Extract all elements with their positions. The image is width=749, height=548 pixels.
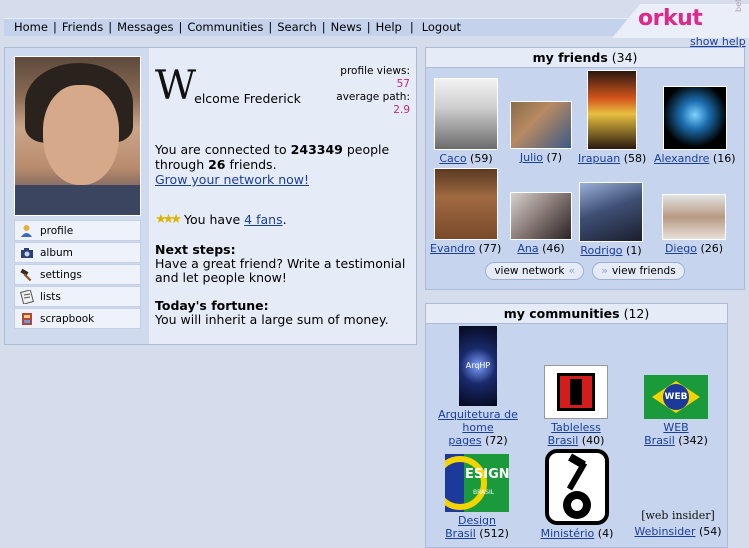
friend-photo[interactable] <box>433 168 498 240</box>
next-steps: Next steps: Have a great friend? Write a… <box>155 243 413 285</box>
communities-panel: my communities (12) ArqHP Arquitetura de… <box>425 303 728 548</box>
person-icon <box>19 223 34 238</box>
list-icon <box>19 289 34 304</box>
profile-views-label: profile views: <box>340 65 410 77</box>
menu-item-settings[interactable]: settings <box>14 264 141 285</box>
friends-panel: my friends (34) Caco (59) Julio (7) Irap… <box>425 47 745 290</box>
profile-menu: profile album settings lists scrapbook <box>14 220 141 330</box>
community-card[interactable]: Ministério (4) <box>536 449 618 540</box>
connected-people-count: 243349 <box>290 142 343 157</box>
grow-network-link[interactable]: Grow your network now! <box>155 172 309 187</box>
community-card[interactable]: ArqHP Arquitetura de home pages (72) <box>434 326 522 447</box>
profile-panel: profile album settings lists scrapbook W… <box>4 47 417 345</box>
community-card[interactable]: ESIGN BRASIL Design Brasil (512) <box>434 454 520 540</box>
welcome-text: elcome Frederick <box>194 91 301 106</box>
friends-buttons: view network « » view friends <box>426 262 744 280</box>
hammer-icon <box>19 267 34 282</box>
next-steps-text: Have a great friend? Write a testimonial… <box>155 256 406 285</box>
community-logo[interactable]: ArqHP <box>459 326 497 406</box>
communities-header: my communities (12) <box>426 304 727 324</box>
double-chevron-left-icon: « <box>568 264 576 277</box>
community-logo[interactable]: [web insider] <box>638 509 718 523</box>
profile-sidebar: profile album settings lists scrapbook <box>5 48 149 344</box>
friend-card[interactable]: Evandro (77) <box>430 168 501 255</box>
friend-photo[interactable] <box>587 70 638 150</box>
double-chevron-right-icon: » <box>601 264 608 277</box>
connection-summary: You are connected to 243349 people throu… <box>155 142 390 187</box>
community-card[interactable]: [web insider] Webinsider (54) <box>628 509 728 538</box>
nav-home[interactable]: Home <box>14 20 48 34</box>
fans-stars-icon: ★★★ <box>155 212 182 227</box>
welcome-initial: W <box>155 63 197 109</box>
next-steps-title: Next steps: <box>155 242 236 257</box>
profile-photo[interactable] <box>14 56 141 216</box>
friend-photo[interactable] <box>434 78 498 150</box>
friend-photo[interactable] <box>579 182 643 242</box>
menu-item-scrapbook[interactable]: scrapbook <box>14 308 141 329</box>
top-bar: Home | Friends | Messages | Communities | Se… <box>0 0 749 48</box>
community-logo[interactable]: WEB <box>644 375 708 419</box>
friend-card[interactable]: Irapuan (58) <box>578 70 646 165</box>
friend-card[interactable]: Julio (7) <box>510 101 572 164</box>
average-path-label: average path: <box>336 91 410 103</box>
friends-header: my friends (34) <box>426 48 744 68</box>
fans-line: ★★★ You have 4 fans. <box>155 212 287 227</box>
beta-label: beta <box>734 0 743 12</box>
connected-friends-count: 26 <box>208 157 226 172</box>
friend-card[interactable]: Diego (26) <box>662 194 726 255</box>
friend-card[interactable]: Ana (46) <box>510 192 572 255</box>
community-logo[interactable]: ESIGN BRASIL <box>445 454 509 512</box>
nav-communities[interactable]: Communities <box>187 20 263 34</box>
camera-icon <box>19 245 34 260</box>
gear-wrench-icon <box>545 449 609 525</box>
view-network-button[interactable]: view network « <box>485 262 585 280</box>
fortune-title: Today's fortune: <box>155 298 269 313</box>
main-nav: Home | Friends | Messages | Communities | Se… <box>14 20 462 34</box>
nav-friends[interactable]: Friends <box>62 20 103 34</box>
todays-fortune: Today's fortune: You will inherit a larg… <box>155 299 413 327</box>
average-path-value: 2.9 <box>393 104 410 116</box>
fortune-text: You will inherit a large sum of money. <box>155 312 389 327</box>
community-card[interactable]: WEB WEB Brasil (342) <box>632 375 720 447</box>
orkut-logo[interactable]: orkut beta <box>612 0 749 38</box>
community-logo[interactable] <box>545 449 609 525</box>
nav-logout[interactable]: Logout <box>422 20 461 34</box>
menu-item-profile[interactable]: profile <box>14 220 141 241</box>
community-card[interactable]: Tableless Brasil (40) <box>536 365 616 447</box>
friend-photo[interactable] <box>510 101 572 149</box>
scrapbook-icon <box>19 311 34 326</box>
friend-photo[interactable] <box>510 192 572 240</box>
profile-stats: profile views: 57 average path: 2.9 <box>336 65 410 117</box>
welcome-heading: Welcome Frederick <box>155 66 301 106</box>
profile-views-value: 57 <box>396 78 410 90</box>
friend-photo[interactable] <box>662 194 726 240</box>
nav-news[interactable]: News <box>331 20 362 34</box>
nav-search[interactable]: Search <box>277 20 317 34</box>
friend-photo[interactable] <box>662 86 727 150</box>
community-logo[interactable] <box>544 365 608 419</box>
nav-messages[interactable]: Messages <box>117 20 173 34</box>
friend-card[interactable]: Alexandre (16) <box>654 86 736 165</box>
menu-item-album[interactable]: album <box>14 242 141 263</box>
logo-text: orkut <box>638 6 703 31</box>
friend-card[interactable]: Caco (59) <box>434 78 498 165</box>
menu-label: profile <box>40 224 74 237</box>
view-friends-button[interactable]: » view friends <box>592 262 685 280</box>
friend-card[interactable]: Rodrigo (1) <box>579 182 643 257</box>
nav-help[interactable]: Help <box>376 20 402 34</box>
menu-item-lists[interactable]: lists <box>14 286 141 307</box>
fans-link[interactable]: 4 fans <box>244 212 282 227</box>
